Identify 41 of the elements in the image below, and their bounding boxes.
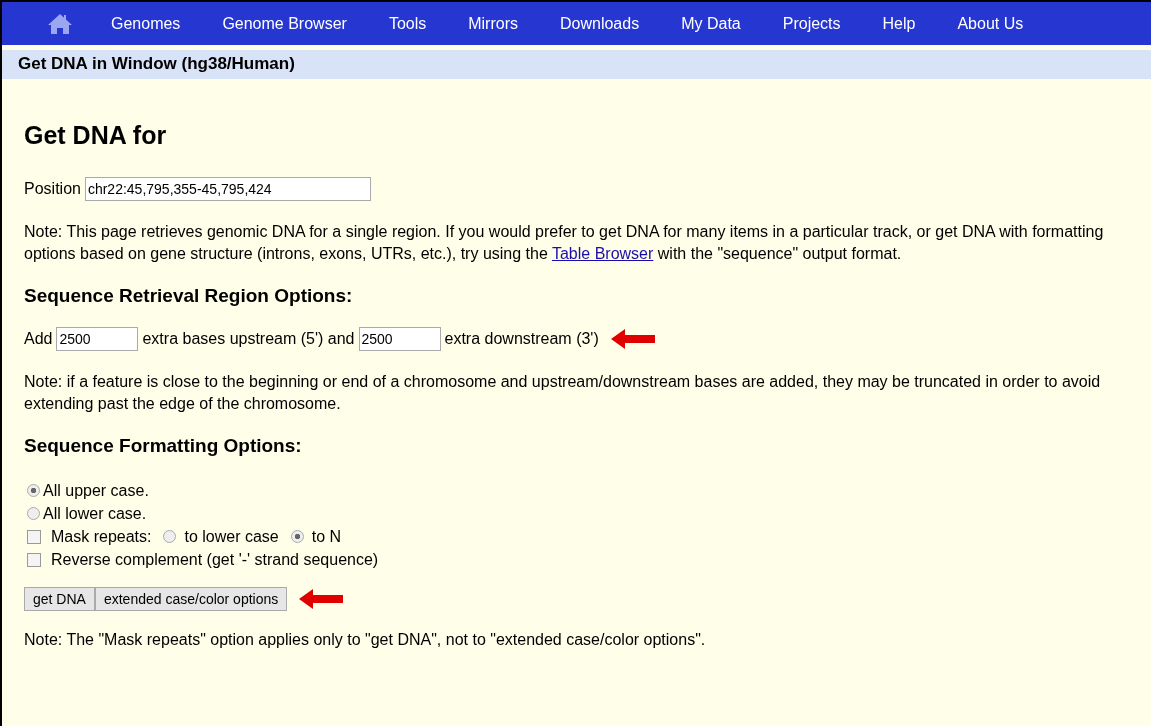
field-label: extra downstream (3') [444, 330, 599, 348]
field-label: Position [24, 180, 81, 198]
radio-button[interactable] [27, 484, 40, 497]
arrow-icon [299, 589, 344, 609]
table-browser-link[interactable]: Table Browser [551, 245, 654, 262]
arrow-icon [610, 329, 655, 349]
option-label: Mask repeats: [51, 527, 152, 546]
option-label: All upper case. [43, 481, 149, 500]
section-heading: Sequence Retrieval Region Options: [24, 285, 354, 307]
nav-link[interactable]: My Data [681, 14, 741, 33]
field-label: Add [24, 330, 53, 348]
field-label: extra bases upstream (5') and [142, 330, 355, 348]
option-label: All lower case. [43, 504, 147, 523]
option-label: Reverse complement (get '-' strand sequence) [51, 550, 379, 569]
nav-link[interactable]: Genomes [111, 14, 181, 33]
page-title: Get DNA in Window (hg38/Human) [18, 54, 295, 73]
nav-link[interactable]: Mirrors [468, 14, 518, 33]
note-text: Note: The "Mask repeats" option applies only to "get DNA", not to "extended case/color options". [24, 630, 707, 650]
section-heading: Sequence Formatting Options: [24, 435, 303, 457]
nav-link[interactable]: Tools [388, 14, 427, 33]
radio-button[interactable] [163, 530, 177, 543]
nav-link[interactable]: About Us [957, 14, 1024, 33]
upstream-field[interactable]: 2500 [56, 327, 139, 351]
downstream-field[interactable]: 2500 [358, 327, 441, 351]
option-label: to lower case [184, 527, 279, 546]
option-label: to N [311, 527, 342, 546]
checkbox[interactable] [27, 529, 41, 544]
nav-link[interactable]: Downloads [560, 14, 640, 33]
page-heading: Get DNA for [24, 121, 168, 150]
home-icon[interactable] [47, 12, 73, 35]
nav-link[interactable]: Genome Browser [222, 14, 347, 33]
nav-link[interactable]: Help [882, 14, 916, 33]
position-field[interactable]: chr22:45,795,355-45,795,424 [84, 177, 371, 201]
radio-button[interactable] [27, 507, 40, 520]
radio-button[interactable] [290, 530, 304, 543]
note-text: Note: This page retrieves genomic DNA for a single region. If you would prefer to get DNA for many items in a particular track, or get DNA with formatting options based on gene structure (introns, exons, UTRs, etc.), try using the Table Browser with the "sequence" output format. [24, 222, 1105, 264]
note-text: Note: if a feature is close to the beginning or end of a chromosome and upstream/downstream bases are added, they may be truncated in order to avoid extending past the edge of the chromosome. [24, 372, 1102, 414]
action-button[interactable]: get DNA [24, 587, 95, 611]
nav-link[interactable]: Projects [782, 14, 841, 33]
checkbox[interactable] [27, 552, 41, 567]
action-button[interactable]: extended case/color options [94, 587, 288, 611]
